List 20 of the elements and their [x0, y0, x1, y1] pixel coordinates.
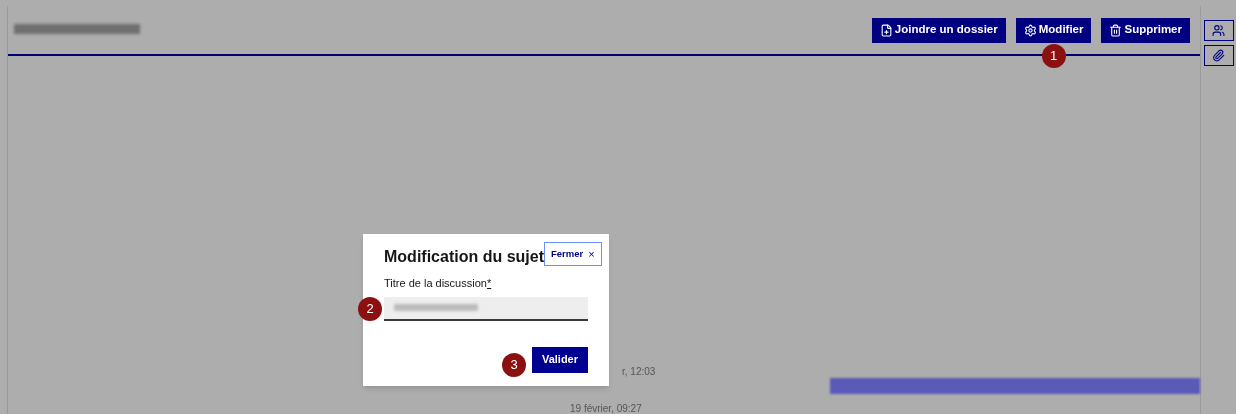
step-marker: 2 — [358, 296, 382, 321]
close-button[interactable]: Fermer × — [544, 242, 602, 266]
trash-icon — [1109, 23, 1123, 37]
step-marker: 3 — [502, 352, 526, 377]
message-time: r, 12:03 — [622, 365, 656, 379]
dialog-title: Modification du sujet — [384, 247, 544, 267]
file-plus-icon — [879, 23, 893, 37]
submit-button[interactable]: Valider — [531, 346, 588, 373]
text-field[interactable] — [384, 296, 588, 321]
side-tool-button[interactable] — [1203, 45, 1234, 66]
settings-icon — [1023, 23, 1037, 37]
toolbar-button[interactable]: Modifier — [1015, 17, 1092, 43]
toolbar-button[interactable]: Supprimer — [1101, 17, 1190, 43]
toolbar-button[interactable]: Joindre un dossier — [871, 17, 1006, 43]
paperclip-icon — [1212, 49, 1225, 62]
side-tool-button[interactable] — [1203, 20, 1234, 41]
users-icon — [1212, 24, 1225, 37]
message-time: 19 février, 09:27 — [570, 402, 642, 414]
step-marker: 1 — [1041, 43, 1066, 68]
field-label: Titre de la discussion* — [383, 276, 493, 291]
